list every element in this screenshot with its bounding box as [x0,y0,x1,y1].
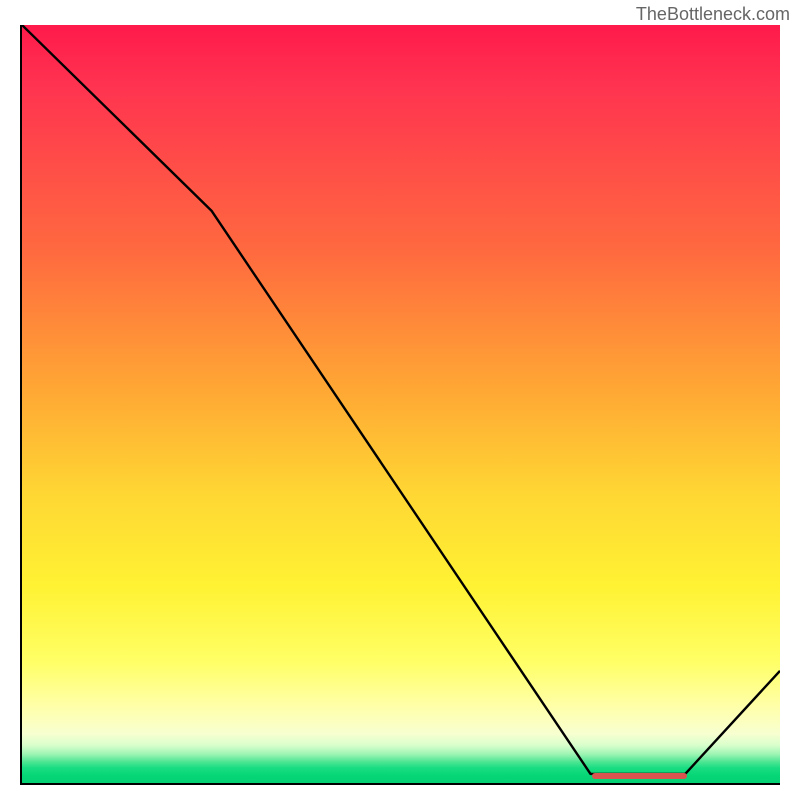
optimal-range-marker [592,773,687,779]
bottleneck-curve [22,25,780,783]
plot-area [20,25,780,785]
attribution-label: TheBottleneck.com [636,4,790,25]
curve-path [22,25,780,774]
chart-container: TheBottleneck.com [0,0,800,800]
